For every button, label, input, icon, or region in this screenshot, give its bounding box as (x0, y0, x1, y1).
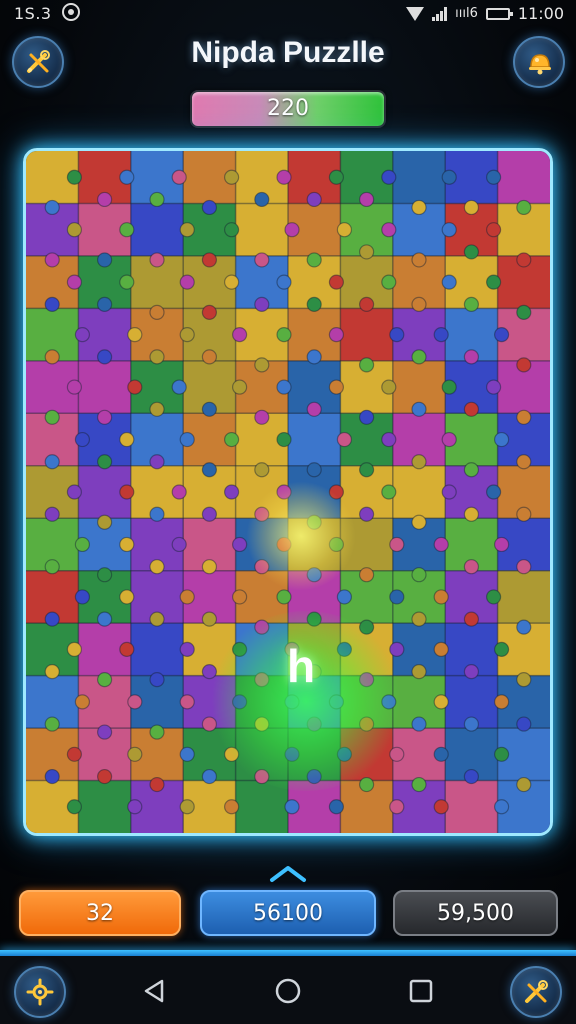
settings-button[interactable] (14, 966, 66, 1018)
piece-glow-yellow (246, 481, 356, 591)
recent-square-icon[interactable] (406, 976, 436, 1006)
active-piece-label[interactable]: h (271, 639, 331, 693)
home-circle-icon[interactable] (273, 976, 303, 1006)
moves-counter-button[interactable]: 32 (19, 890, 181, 936)
hint-bell-icon (529, 54, 551, 75)
puzzle-board[interactable]: h (23, 148, 553, 836)
chevron-up-icon[interactable] (268, 864, 308, 884)
score-display: 220 (190, 90, 386, 128)
points-button[interactable]: 56100 (200, 890, 376, 936)
tools-nav-button[interactable] (510, 966, 562, 1018)
battery-icon (485, 7, 513, 20)
wifi-icon (406, 6, 425, 21)
network-label: ıııl6 (455, 6, 478, 21)
status-bar: 1S.3 ıııl6 11:00 (0, 0, 576, 30)
hint-button[interactable] (513, 36, 565, 88)
back-triangle-icon[interactable] (140, 976, 170, 1006)
active-piece-glow (206, 611, 406, 791)
status-indicators: ıııl6 11:00 (406, 4, 564, 23)
settings-sparkle-icon (26, 978, 54, 1006)
status-clock: 11:00 (517, 4, 564, 23)
signal-icon (432, 6, 448, 21)
status-time: 1S.3 (14, 4, 52, 23)
page-title: Nipda Puzzlle (191, 36, 385, 69)
best-score-button[interactable]: 59,500 (393, 890, 558, 936)
status-settings-icon (62, 3, 80, 21)
tools-icon (525, 980, 548, 1003)
